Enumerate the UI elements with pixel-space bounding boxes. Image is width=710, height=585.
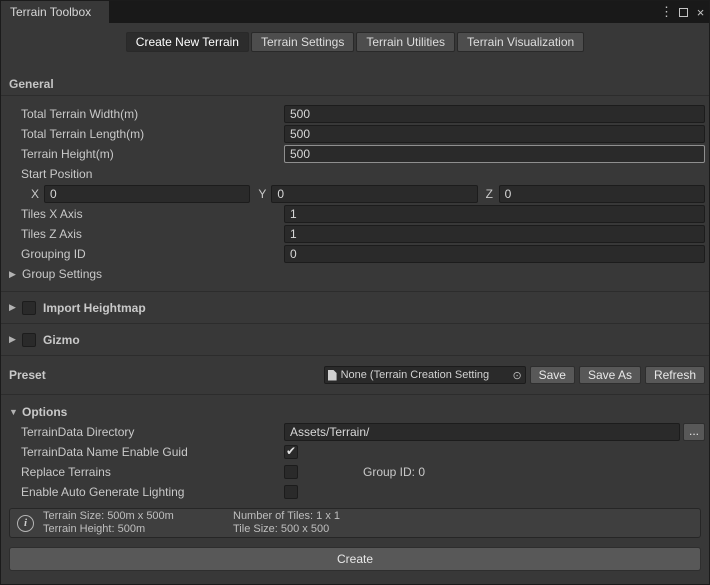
browse-directory-button[interactable]: ... [683, 423, 705, 441]
create-button[interactable]: Create [9, 547, 701, 571]
terrain-toolbox-window: Terrain Toolbox ⋮ × Create New Terrain T… [0, 0, 710, 585]
titlebar-spacer [109, 1, 658, 23]
maximize-square-icon [679, 8, 688, 17]
close-icon[interactable]: × [692, 1, 709, 23]
tiles-z-input[interactable] [284, 225, 705, 243]
total-terrain-length-input[interactable] [284, 125, 705, 143]
preset-value: None (Terrain Creation Setting [341, 369, 510, 381]
window-title: Terrain Toolbox [10, 5, 91, 19]
tiles-z-label: Tiles Z Axis [21, 227, 284, 241]
y-axis-label: Y [258, 187, 271, 201]
terraindata-directory-row: TerrainData Directory ... [1, 422, 709, 442]
x-axis-label: X [31, 187, 44, 201]
name-guid-row: TerrainData Name Enable Guid ✔ [1, 442, 709, 462]
save-as-button[interactable]: Save As [579, 366, 641, 384]
options-header-label: Options [22, 405, 67, 419]
group-id-value: Group ID: 0 [363, 465, 425, 479]
foldout-arrow-icon[interactable]: ▶ [9, 302, 22, 313]
terrain-height-row: Terrain Height(m) [1, 144, 709, 164]
import-heightmap-foldout[interactable]: ▶ Import Heightmap [1, 292, 709, 323]
preset-object-field[interactable]: None (Terrain Creation Setting ⊙ [324, 366, 526, 384]
total-terrain-length-label: Total Terrain Length(m) [21, 127, 284, 141]
tiles-x-input[interactable] [284, 205, 705, 223]
maximize-icon[interactable] [675, 1, 692, 23]
import-heightmap-label: Import Heightmap [43, 301, 146, 315]
gizmo-label: Gizmo [43, 333, 80, 347]
total-terrain-length-row: Total Terrain Length(m) [1, 124, 709, 144]
start-position-x-input[interactable] [44, 185, 250, 203]
start-position-row: Start Position [1, 164, 709, 184]
foldout-arrow-icon[interactable]: ▶ [9, 269, 22, 280]
tab-terrain-settings[interactable]: Terrain Settings [251, 32, 354, 52]
group-settings-label: Group Settings [22, 267, 102, 281]
auto-lighting-row: Enable Auto Generate Lighting [1, 482, 709, 502]
scriptable-object-icon [328, 370, 337, 381]
tab-terrain-visualization[interactable]: Terrain Visualization [457, 32, 584, 52]
z-axis-label: Z [486, 187, 499, 201]
tiles-x-row: Tiles X Axis [1, 204, 709, 224]
check-icon: ✔ [286, 444, 296, 458]
general-section-header: General [1, 77, 709, 91]
start-position-z-input[interactable] [499, 185, 705, 203]
terrain-height-input[interactable] [284, 145, 705, 163]
divider [1, 394, 709, 395]
grouping-id-row: Grouping ID [1, 244, 709, 264]
replace-terrains-label: Replace Terrains [21, 465, 284, 479]
terrain-size-text: Terrain Size: 500m x 500m [43, 510, 233, 523]
options-foldout[interactable]: ▼ Options [1, 404, 709, 420]
total-terrain-width-row: Total Terrain Width(m) [1, 104, 709, 124]
titlebar: Terrain Toolbox ⋮ × [1, 1, 709, 23]
terrain-height-text: Terrain Height: 500m [43, 523, 233, 536]
terrain-size-column: Terrain Size: 500m x 500m Terrain Height… [43, 510, 233, 536]
tiles-column: Number of Tiles: 1 x 1 Tile Size: 500 x … [233, 510, 340, 536]
foldout-arrow-icon[interactable]: ▶ [9, 334, 22, 345]
tab-terrain-utilities[interactable]: Terrain Utilities [356, 32, 455, 52]
preset-label: Preset [9, 368, 46, 382]
tab-create-new-terrain[interactable]: Create New Terrain [126, 32, 249, 52]
options-rows: TerrainData Directory ... TerrainData Na… [1, 422, 709, 502]
name-guid-checkbox[interactable]: ✔ [284, 445, 298, 459]
object-picker-icon[interactable]: ⊙ [510, 369, 525, 382]
divider [1, 95, 709, 96]
start-position-x: X [31, 185, 250, 203]
auto-lighting-label: Enable Auto Generate Lighting [21, 485, 284, 499]
info-icon: i [17, 515, 34, 532]
window-menu-icon[interactable]: ⋮ [658, 1, 675, 23]
start-position-y-input[interactable] [271, 185, 477, 203]
start-position-z: Z [486, 185, 705, 203]
window-tab[interactable]: Terrain Toolbox [1, 1, 109, 23]
total-terrain-width-input[interactable] [284, 105, 705, 123]
terrain-height-label: Terrain Height(m) [21, 147, 284, 161]
refresh-button[interactable]: Refresh [645, 366, 705, 384]
group-settings-foldout[interactable]: ▶ Group Settings [1, 264, 709, 284]
auto-lighting-checkbox[interactable] [284, 485, 298, 499]
tile-size-text: Tile Size: 500 x 500 [233, 523, 340, 536]
foldout-arrow-icon[interactable]: ▼ [9, 407, 22, 417]
start-position-xyz-row: X Y Z [1, 184, 709, 204]
save-button[interactable]: Save [530, 366, 575, 384]
start-position-y: Y [258, 185, 477, 203]
general-rows: Total Terrain Width(m) Total Terrain Len… [1, 104, 709, 284]
gizmo-foldout[interactable]: ▶ Gizmo [1, 324, 709, 355]
total-terrain-width-label: Total Terrain Width(m) [21, 107, 284, 121]
mode-tabbar: Create New Terrain Terrain Settings Terr… [1, 23, 709, 52]
gizmo-checkbox[interactable] [22, 333, 36, 347]
terraindata-directory-input[interactable] [284, 423, 680, 441]
name-guid-label: TerrainData Name Enable Guid [21, 445, 284, 459]
replace-terrains-checkbox[interactable] [284, 465, 298, 479]
grouping-id-input[interactable] [284, 245, 705, 263]
import-heightmap-checkbox[interactable] [22, 301, 36, 315]
terraindata-directory-label: TerrainData Directory [21, 425, 284, 439]
replace-terrains-row: Replace Terrains Group ID: 0 [1, 462, 709, 482]
grouping-id-label: Grouping ID [21, 247, 284, 261]
terrain-info-box: i Terrain Size: 500m x 500m Terrain Heig… [9, 508, 701, 538]
number-of-tiles-text: Number of Tiles: 1 x 1 [233, 510, 340, 523]
tiles-z-row: Tiles Z Axis [1, 224, 709, 244]
tiles-x-label: Tiles X Axis [21, 207, 284, 221]
start-position-label: Start Position [21, 167, 284, 181]
preset-row: Preset None (Terrain Creation Setting ⊙ … [1, 356, 709, 394]
